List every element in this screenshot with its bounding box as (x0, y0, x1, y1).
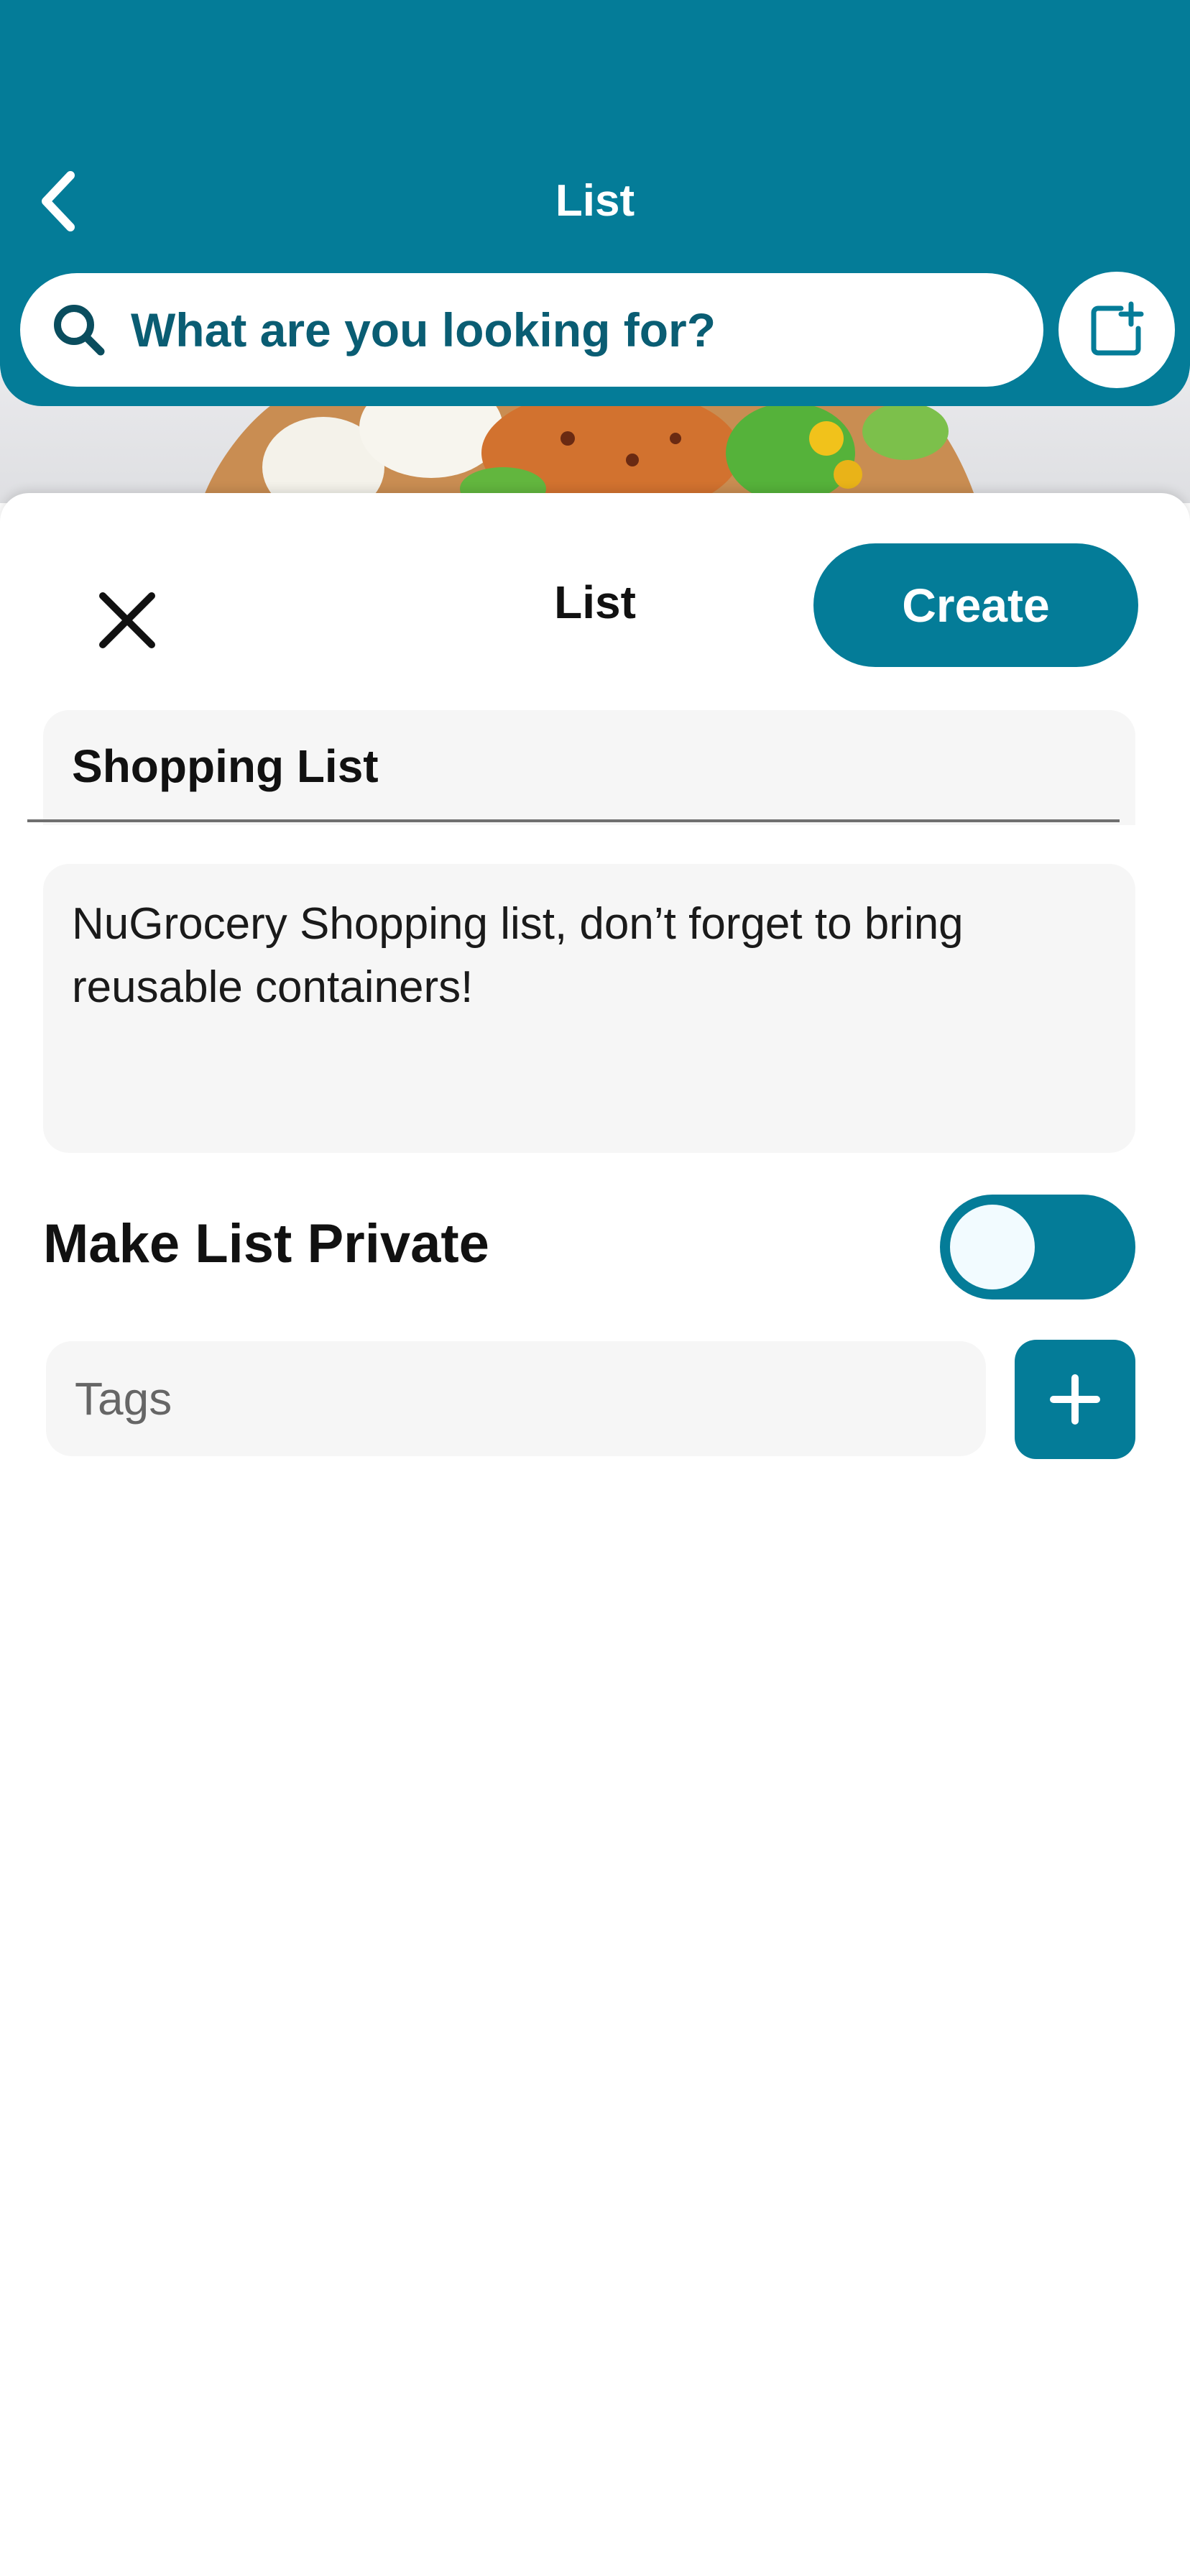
list-name-underline (27, 819, 1120, 822)
plus-icon (1050, 1374, 1100, 1425)
description-input[interactable]: NuGrocery Shopping list, don’t forget to… (72, 893, 1107, 1123)
toggle-knob (950, 1205, 1035, 1289)
create-button[interactable]: Create (813, 543, 1138, 667)
make-private-label: Make List Private (43, 1213, 489, 1274)
page-title: List (555, 176, 635, 226)
add-tag-button[interactable] (1015, 1340, 1135, 1459)
create-list-sheet: List Create NuGrocery Shopping list, don… (0, 493, 1190, 2576)
tags-input[interactable] (75, 1341, 951, 1456)
search-input[interactable] (131, 303, 1043, 357)
list-name-field[interactable] (43, 710, 1135, 825)
description-field[interactable]: NuGrocery Shopping list, don’t forget to… (43, 864, 1135, 1153)
search-bar[interactable] (20, 273, 1043, 387)
app-header: List (0, 0, 1190, 406)
add-list-button[interactable] (1058, 272, 1175, 388)
add-to-list-icon (1091, 301, 1144, 356)
private-toggle[interactable] (940, 1195, 1135, 1300)
list-name-input[interactable] (72, 710, 1107, 822)
search-icon (47, 298, 111, 362)
tags-field[interactable] (46, 1341, 986, 1456)
